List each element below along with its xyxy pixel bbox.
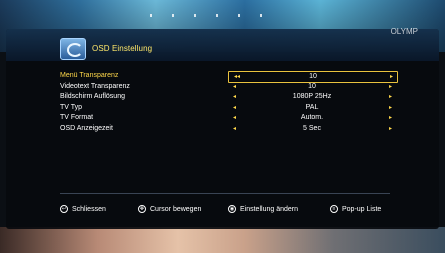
setting-value: 1080P 25Hz [292,93,332,100]
setting-label: TV Typ [60,103,83,111]
hint-label: Schliessen [72,205,106,213]
page-title: OSD Einstellung [92,44,153,53]
hint-label: Pop-up Liste [342,205,382,213]
setting-value-selector[interactable]: ◂ Autom. ▸ [228,113,396,123]
settings-list: Menü Transparenz ◂◂ 10 ▸ Videotext Trans… [60,71,400,134]
lane-marker [238,14,240,17]
arrow-right-icon[interactable]: ▸ [389,82,392,92]
setting-row-osd-display-time[interactable]: OSD Anzeigezeit ◂ 5 Sec ▸ [60,124,400,135]
lane-marker [194,14,196,17]
setting-value-selector[interactable]: ◂ 10 ▸ [228,82,396,92]
arrow-right-icon[interactable]: ▸ [390,72,393,82]
setting-value-selector[interactable]: ◂ PAL ▸ [228,103,396,113]
setting-label: Videotext Transparenz [60,82,130,90]
setting-label: OSD Anzeigezeit [60,124,113,132]
setting-value-selector[interactable]: ◂ 5 Sec ▸ [228,124,396,134]
setting-value: PAL [305,103,319,111]
setting-row-tv-type[interactable]: TV Typ ◂ PAL ▸ [60,103,400,114]
cursor-icon: ✥ [138,205,146,213]
setting-row-menu-transparency[interactable]: Menü Transparenz ◂◂ 10 ▸ [60,71,400,83]
setting-label: Menü Transparenz [60,72,119,79]
divider [60,193,390,194]
arrow-right-icon[interactable]: ▸ [389,113,392,123]
setting-row-tv-format[interactable]: TV Format ◂ Autom. ▸ [60,113,400,124]
hint-cursor[interactable]: ✥ Cursor bewegen [138,205,201,213]
setting-value: Autom. [300,114,324,121]
setting-value: 5 Sec [303,124,321,132]
exit-icon: ↩ [60,205,68,213]
setting-value: 10 [309,73,317,80]
arrow-right-icon[interactable]: ▸ [389,103,392,113]
olympic-watermark: OLYMP [390,27,418,36]
lane-marker [216,14,218,17]
setting-row-teletext-transparency[interactable]: Videotext Transparenz ◂ 10 ▸ [60,82,400,93]
background-bottom [0,227,445,253]
hint-change[interactable]: ◉ Einstellung ändern [228,205,298,213]
setting-value-selector[interactable]: ◂ 1080P 25Hz ▸ [228,92,396,102]
setting-value: 10 [308,82,316,90]
arrow-right-icon[interactable]: ▸ [389,124,392,134]
hint-label: Einstellung ändern [240,205,298,213]
setting-label: TV Format [60,114,94,121]
settings-icon [60,38,86,60]
hint-close[interactable]: ↩ Schliessen [60,205,106,213]
hint-popup[interactable]: ≡ Pop-up Liste [330,205,381,213]
hint-label: Cursor bewegen [150,205,202,213]
ok-icon: ◉ [228,205,236,213]
hint-bar: ↩ Schliessen ✥ Cursor bewegen ◉ Einstell… [60,205,400,217]
menu-icon: ≡ [330,205,338,213]
lane-marker [150,14,152,17]
setting-row-screen-resolution[interactable]: Bildschirm Auflösung ◂ 1080P 25Hz ▸ [60,92,400,103]
arrow-right-icon[interactable]: ▸ [389,92,392,102]
lane-marker [172,14,174,17]
lane-marker [260,14,262,17]
setting-label: Bildschirm Auflösung [60,93,125,100]
